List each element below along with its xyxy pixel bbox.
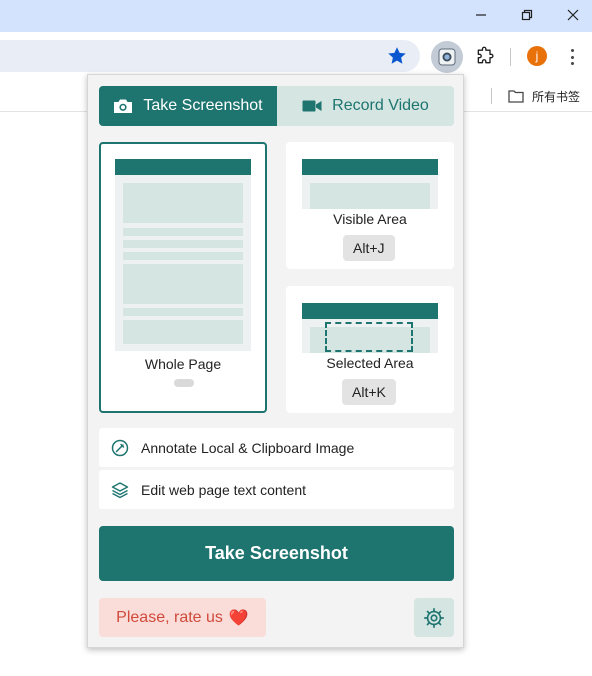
toolbar-separator [510, 48, 511, 66]
profile-avatar[interactable]: j [527, 46, 547, 66]
selection-marquee [325, 322, 413, 352]
selected-area-option[interactable]: Selected Area Alt+K [286, 286, 454, 413]
selected-area-shortcut-badge: Alt+K [342, 379, 396, 405]
rate-us-label: Please, rate us [116, 608, 223, 626]
tab-record-video-label: Record Video [332, 97, 429, 114]
folder-icon [508, 90, 524, 103]
annotate-icon [111, 439, 129, 456]
star-icon [388, 47, 406, 64]
mode-tabs: Take Screenshot Record Video [99, 86, 454, 126]
tab-record-video[interactable]: Record Video [277, 86, 454, 126]
edit-text-label: Edit web page text content [141, 481, 306, 498]
visible-area-thumb-header [302, 159, 438, 175]
selected-area-thumb-header [302, 303, 438, 319]
close-icon [567, 9, 579, 21]
tab-take-screenshot[interactable]: Take Screenshot [99, 86, 277, 126]
tab-take-screenshot-label: Take Screenshot [143, 97, 263, 114]
heart-icon: ❤️ [228, 609, 249, 627]
whole-page-option[interactable]: Whole Page [99, 142, 267, 413]
browser-title-bar [0, 0, 592, 32]
bookmarks-separator [491, 88, 492, 104]
gear-icon [424, 607, 444, 628]
visible-area-label: Visible Area [333, 211, 407, 227]
minimize-icon [476, 14, 486, 16]
browser-toolbar: j [0, 32, 592, 80]
close-window-button[interactable] [550, 0, 592, 30]
whole-page-thumb-header [115, 159, 251, 175]
whole-page-shortcut-badge [174, 379, 194, 387]
restore-button[interactable] [504, 0, 550, 30]
layers-icon [111, 481, 129, 498]
settings-button[interactable] [414, 598, 454, 637]
all-bookmarks-label: 所有书签 [532, 89, 581, 104]
bookmark-star-button[interactable] [386, 45, 408, 67]
video-camera-icon [302, 100, 322, 112]
edit-text-option[interactable]: Edit web page text content [99, 470, 454, 509]
whole-page-thumb [115, 175, 251, 351]
visible-area-thumb [302, 175, 438, 209]
camera-icon [114, 99, 133, 113]
address-bar[interactable] [0, 40, 420, 72]
browser-menu-button[interactable] [562, 46, 582, 68]
visible-area-shortcut-badge: Alt+J [343, 235, 395, 261]
screenshot-extension-button[interactable] [431, 41, 463, 73]
all-bookmarks-folder[interactable]: 所有书签 [508, 86, 580, 106]
puzzle-icon [477, 46, 494, 64]
minimize-button[interactable] [458, 0, 504, 30]
whole-page-label: Whole Page [144, 356, 222, 372]
annotate-image-label: Annotate Local & Clipboard Image [141, 439, 355, 456]
visible-area-option[interactable]: Visible Area Alt+J [286, 142, 454, 269]
screenshot-popup: Take Screenshot Record Video Whole Page … [87, 74, 464, 648]
extension-camera-icon [438, 48, 456, 66]
take-screenshot-button[interactable]: Take Screenshot [99, 526, 454, 581]
restore-icon [521, 9, 533, 21]
extensions-button[interactable] [471, 41, 499, 71]
selected-area-label: Selected Area [326, 355, 414, 371]
rate-us-button[interactable]: Please, rate us ❤️ [99, 598, 266, 637]
annotate-image-option[interactable]: Annotate Local & Clipboard Image [99, 428, 454, 467]
